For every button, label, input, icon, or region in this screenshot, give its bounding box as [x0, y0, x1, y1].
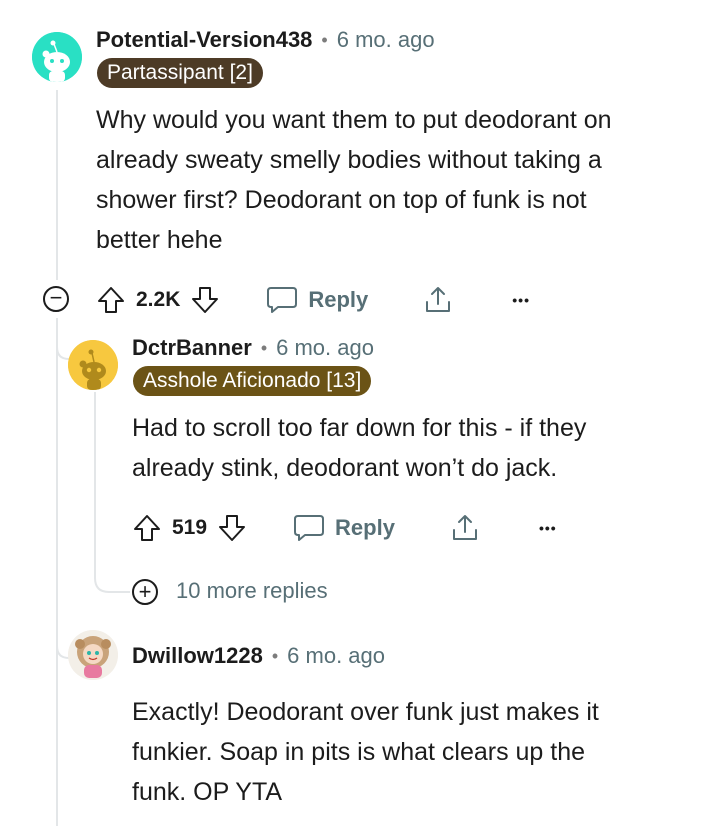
- speech-bubble-icon: [294, 515, 325, 541]
- timestamp[interactable]: 6 mo. ago: [337, 27, 435, 53]
- snoo-avatar-icon: [32, 32, 82, 82]
- reply-label: Reply: [335, 515, 395, 540]
- meta-separator: •: [260, 337, 268, 358]
- speech-bubble-icon: [267, 287, 298, 313]
- vote-count: 519: [172, 516, 208, 539]
- share-icon[interactable]: [449, 512, 481, 544]
- timestamp[interactable]: 6 mo. ago: [276, 335, 374, 361]
- comment-meta: Dwillow1228 • 6 mo. ago: [132, 640, 385, 672]
- comment-actions: 519 Reply •••: [132, 508, 557, 548]
- arrow-down-icon[interactable]: [217, 513, 247, 543]
- comment-line: already sweaty smelly bodies without tak…: [96, 146, 602, 174]
- more-options-button[interactable]: •••: [539, 520, 557, 536]
- vote-group: 2.2K: [96, 285, 220, 315]
- custom-avatar-icon: [68, 630, 118, 680]
- user-flair: Partassipant [2]: [97, 58, 263, 88]
- reply-label: Reply: [308, 287, 369, 312]
- timestamp[interactable]: 6 mo. ago: [287, 643, 385, 669]
- share-icon[interactable]: [422, 284, 454, 316]
- meta-separator: •: [271, 645, 279, 666]
- avatar[interactable]: [32, 32, 82, 82]
- comment-actions: 2.2K Reply •••: [96, 280, 530, 320]
- vote-count: 2.2K: [136, 288, 181, 311]
- vote-group: 519: [132, 513, 247, 543]
- minus-circle-icon: −: [49, 285, 63, 310]
- comment-line: better hehe: [96, 226, 223, 254]
- thread-line-main-lower: [56, 318, 58, 826]
- more-replies-link[interactable]: 10 more replies: [176, 578, 328, 604]
- plus-circle-icon: +: [138, 578, 152, 604]
- comment-line: Exactly! Deodorant over funk just makes …: [132, 698, 599, 726]
- comment-body: Had to scroll too far down for this - if…: [132, 408, 702, 488]
- snoo-avatar-icon: [68, 340, 118, 390]
- meta-separator: •: [321, 29, 328, 50]
- thread-line-reply: [94, 392, 96, 572]
- comment-meta: DctrBanner • 6 mo. ago: [132, 332, 374, 364]
- avatar[interactable]: [68, 630, 118, 680]
- comment-line: funkier. Soap in pits is what clears up …: [132, 738, 586, 766]
- arrow-up-icon[interactable]: [96, 285, 126, 315]
- comment-body: Why would you want them to put deodorant…: [96, 100, 696, 260]
- reply-button[interactable]: Reply: [266, 286, 368, 314]
- username[interactable]: Dwillow1228: [132, 643, 263, 669]
- username[interactable]: DctrBanner: [132, 335, 252, 361]
- comment-line: already stink, deodorant won’t do jack.: [132, 454, 558, 482]
- username[interactable]: Potential-Version438: [96, 27, 312, 53]
- comment-line: Had to scroll too far down for this - if…: [132, 414, 587, 442]
- avatar[interactable]: [68, 340, 118, 390]
- comment-line: Why would you want them to put deodorant…: [96, 106, 612, 134]
- comment-body: Exactly! Deodorant over funk just makes …: [132, 692, 702, 812]
- thread-line-main: [56, 90, 58, 280]
- comment-line: funk. OP YTA: [132, 778, 283, 806]
- comment-line: shower first? Deodorant on top of funk i…: [96, 186, 587, 214]
- collapse-thread-button[interactable]: −: [43, 286, 69, 312]
- reply-button[interactable]: Reply: [293, 514, 395, 542]
- user-flair: Asshole Aficionado [13]: [133, 366, 372, 396]
- arrow-up-icon[interactable]: [132, 513, 162, 543]
- thread-connector-more-replies: [94, 560, 130, 593]
- comment-meta: Potential-Version438 • 6 mo. ago: [96, 24, 435, 56]
- expand-replies-button[interactable]: +: [132, 579, 158, 605]
- arrow-down-icon[interactable]: [190, 285, 220, 315]
- more-options-button[interactable]: •••: [512, 292, 530, 308]
